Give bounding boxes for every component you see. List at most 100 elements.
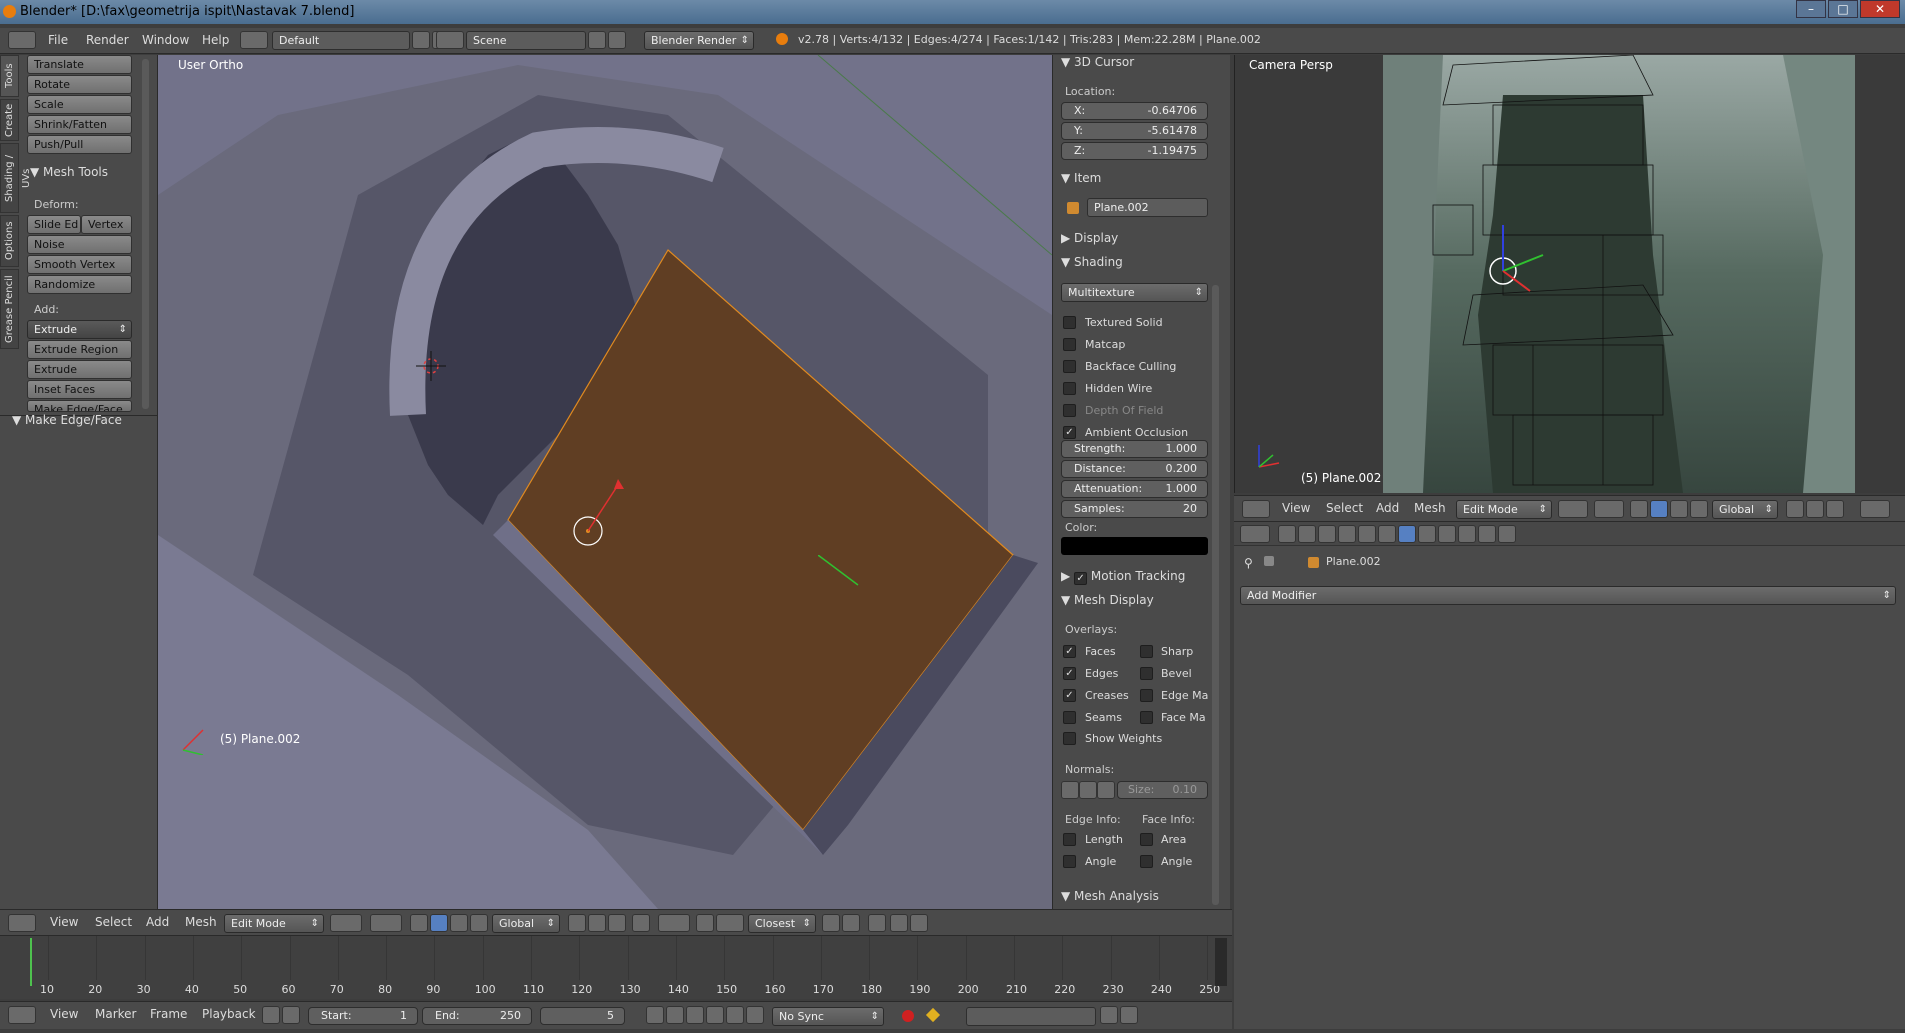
timeline[interactable]: 10 20 30 40 50 60 70 80 90 100 110 120 130 140 150 160 1… — [0, 935, 1232, 999]
render-engine-select[interactable]: Blender Render — [644, 31, 754, 50]
layout-add-icon[interactable] — [412, 31, 430, 49]
proportional-edit-icon[interactable] — [658, 914, 690, 932]
ao-setting-field[interactable]: Distance: 0.200 — [1061, 460, 1208, 478]
ao-setting-field[interactable]: Attenuation: 1.000 — [1061, 480, 1208, 498]
occlude-icon[interactable] — [632, 914, 650, 932]
jump-end-icon[interactable] — [746, 1006, 764, 1024]
rotate-button[interactable]: Rotate — [27, 75, 132, 94]
project-icon[interactable] — [842, 914, 860, 932]
menu-mesh[interactable]: Mesh — [1414, 501, 1446, 515]
display-panel-header[interactable]: ▶ Display — [1061, 231, 1118, 245]
sync-select[interactable]: No Sync — [772, 1007, 884, 1026]
menu-add[interactable]: Add — [146, 915, 169, 929]
jump-key-next-icon[interactable] — [726, 1006, 744, 1024]
menu-file[interactable]: File — [48, 33, 68, 47]
vertex-normals-icon[interactable] — [1061, 781, 1079, 799]
editor-type-icon[interactable] — [8, 1006, 36, 1024]
face-select-icon[interactable] — [1826, 500, 1844, 518]
minimize-button[interactable]: – — [1796, 0, 1826, 18]
opengl-render-icon[interactable] — [868, 914, 886, 932]
scale-manip-icon[interactable] — [1690, 500, 1708, 518]
normals-size-field[interactable]: Size: 0.10 — [1117, 781, 1208, 799]
add-modifier-select[interactable]: Add Modifier — [1240, 586, 1896, 605]
scene-tab-icon[interactable] — [1318, 525, 1336, 543]
shading-option-checkbox[interactable] — [1063, 338, 1076, 351]
mesh-analysis-header[interactable]: ▼ Mesh Analysis — [1061, 889, 1159, 903]
end-frame-field[interactable]: End: 250 — [422, 1007, 532, 1025]
face-select-icon[interactable] — [608, 914, 626, 932]
snap-element-icon[interactable] — [716, 914, 744, 932]
vertex-select-icon[interactable] — [1786, 500, 1804, 518]
menu-frame[interactable]: Frame — [150, 1007, 187, 1021]
3d-cursor-icon[interactable] — [416, 351, 446, 381]
cursor-panel-header[interactable]: ▼ 3D Cursor — [1061, 55, 1134, 69]
ao-setting-field[interactable]: Samples: 20 — [1061, 500, 1208, 518]
menu-view[interactable]: View — [1282, 501, 1310, 515]
mode-select[interactable]: Edit Mode — [224, 914, 324, 933]
proportional-edit-icon[interactable] — [1860, 500, 1890, 518]
shading-option-checkbox[interactable] — [1063, 382, 1076, 395]
timeline-scrollbar[interactable] — [1215, 938, 1227, 986]
show-weights-checkbox[interactable] — [1063, 732, 1076, 745]
pivot-icon[interactable] — [1594, 500, 1624, 518]
particles-tab-icon[interactable] — [1478, 525, 1496, 543]
tab-grease-pencil[interactable]: Grease Pencil — [0, 269, 19, 349]
green-arrow-icon[interactable] — [818, 555, 898, 615]
face-normals-icon[interactable] — [1097, 781, 1115, 799]
rotate-manip-icon[interactable] — [1670, 500, 1688, 518]
push-pull-button[interactable]: Push/Pull — [27, 135, 132, 154]
shading-option-checkbox[interactable]: ✓ — [1063, 426, 1076, 439]
insert-key-icon[interactable] — [1100, 1006, 1118, 1024]
rotate-manip-icon[interactable] — [450, 914, 468, 932]
cursor-y-field[interactable]: Y: -5.61478 — [1061, 122, 1208, 140]
shading-panel-header[interactable]: ▼ Shading — [1061, 255, 1123, 269]
make-edge-face-button[interactable]: Make Edge/Face — [27, 400, 132, 412]
play-icon[interactable] — [706, 1006, 724, 1024]
menu-mesh[interactable]: Mesh — [185, 915, 217, 929]
mode-select[interactable]: Edit Mode — [1456, 500, 1552, 519]
editor-type-icon[interactable] — [8, 914, 36, 932]
scene-remove-icon[interactable] — [608, 31, 626, 49]
opengl-anim-icon[interactable] — [890, 914, 908, 932]
overlay-checkbox[interactable] — [1140, 711, 1153, 724]
cursor-x-field[interactable]: X: -0.64706 — [1061, 102, 1208, 120]
keying-set-field[interactable] — [966, 1007, 1096, 1026]
vertex-select-icon[interactable] — [568, 914, 586, 932]
pin-icon[interactable]: ⚲ — [1244, 556, 1253, 570]
camera-viewport[interactable]: Camera Persp (5) Plane.002 — [1234, 55, 1905, 493]
extrude-individual-button[interactable]: Extrude Individual — [27, 360, 132, 393]
snap-toggle-icon[interactable] — [696, 914, 714, 932]
physics-tab-icon[interactable] — [1498, 525, 1516, 543]
operator-panel-header[interactable]: ▼ Make Edge/Face — [12, 413, 122, 427]
orientation-select[interactable]: Global — [492, 914, 560, 933]
menu-select[interactable]: Select — [95, 915, 132, 929]
snap-align-icon[interactable] — [822, 914, 840, 932]
lock-icon[interactable] — [282, 1006, 300, 1024]
camera-manipulator-widget[interactable] — [1475, 205, 1575, 305]
world-tab-icon[interactable] — [1338, 525, 1356, 543]
translate-arrows-icon[interactable] — [588, 475, 648, 535]
ao-color-swatch[interactable] — [1061, 537, 1208, 555]
menu-view[interactable]: View — [50, 1007, 78, 1021]
play-reverse-icon[interactable] — [686, 1006, 704, 1024]
menu-select[interactable]: Select — [1326, 501, 1363, 515]
viewport-shading-icon[interactable] — [330, 914, 362, 932]
shading-option-checkbox[interactable] — [1063, 316, 1076, 329]
modifiers-tab-icon[interactable] — [1398, 525, 1416, 543]
shading-mode-select[interactable]: Multitexture — [1061, 283, 1208, 302]
tab-shading-uvs[interactable]: Shading / UVs — [0, 143, 32, 213]
overlay-checkbox[interactable]: ✓ — [1063, 667, 1076, 680]
shrink-fatten-button[interactable]: Shrink/Fatten — [27, 115, 132, 134]
overlay-checkbox[interactable]: ✓ — [1063, 645, 1076, 658]
layout-icon[interactable] — [240, 31, 268, 49]
scene-add-icon[interactable] — [588, 31, 606, 49]
delete-key-icon[interactable] — [1120, 1006, 1138, 1024]
pivot-icon[interactable] — [370, 914, 402, 932]
menu-marker[interactable]: Marker — [95, 1007, 136, 1021]
tab-create[interactable]: Create — [0, 99, 19, 141]
layout-field[interactable]: Default — [272, 31, 410, 50]
overlay-checkbox[interactable] — [1140, 645, 1153, 658]
item-panel-header[interactable]: ▼ Item — [1061, 171, 1101, 185]
render-tab-icon[interactable] — [1278, 525, 1296, 543]
scale-manip-icon[interactable] — [470, 914, 488, 932]
